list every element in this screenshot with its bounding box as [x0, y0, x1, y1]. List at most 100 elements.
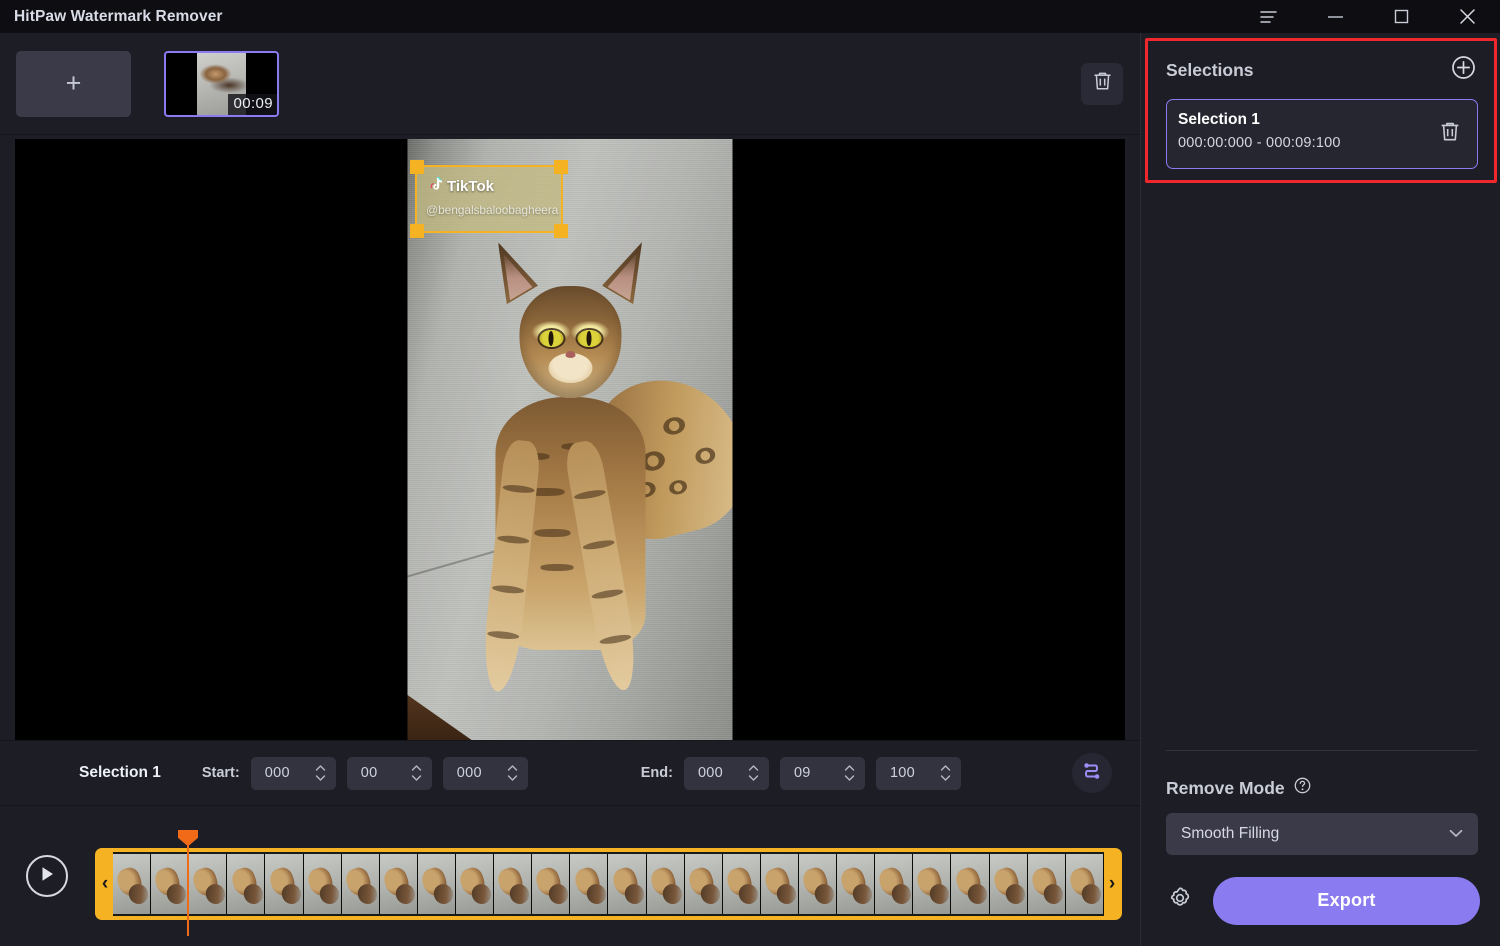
- video-preview[interactable]: TikTok @bengalsbaloobagheera: [15, 139, 1125, 740]
- selection-list-item[interactable]: Selection 1 000:00:000 - 000:09:100: [1166, 99, 1478, 169]
- start-field-1-value: 000: [265, 765, 290, 781]
- motion-track-button[interactable]: [1072, 753, 1112, 793]
- right-panel: Selections Selection 1 000:00:000 - 000:…: [1140, 33, 1500, 946]
- start-field-2[interactable]: 00: [347, 757, 432, 790]
- start-field-3-value: 000: [457, 765, 482, 781]
- delete-media-button[interactable]: [1081, 63, 1123, 105]
- timeline-frame: [799, 854, 837, 914]
- start-field-1-stepper[interactable]: [315, 765, 326, 782]
- resize-handle-top-left[interactable]: [410, 160, 424, 174]
- minimize-button[interactable]: [1302, 0, 1368, 33]
- editor-column: + 00:09: [0, 33, 1140, 946]
- selections-title: Selections: [1166, 60, 1254, 81]
- playhead-knob[interactable]: [178, 830, 198, 845]
- end-field-2-value: 09: [794, 765, 811, 781]
- maximize-icon: [1394, 9, 1409, 24]
- remove-mode-select[interactable]: Smooth Filling: [1166, 813, 1478, 855]
- start-field-1[interactable]: 000: [251, 757, 336, 790]
- window-controls: [1236, 0, 1500, 33]
- selection-item-title: Selection 1: [1178, 111, 1477, 129]
- add-media-button[interactable]: +: [16, 51, 131, 117]
- remove-mode-header: Remove Mode: [1166, 777, 1475, 799]
- timeline-selection-range[interactable]: ‹ ›: [95, 848, 1122, 920]
- export-button[interactable]: Export: [1213, 877, 1480, 925]
- end-field-2[interactable]: 09: [780, 757, 865, 790]
- chevron-down-icon: [1449, 825, 1463, 843]
- plus-circle-icon: [1451, 55, 1476, 85]
- timeline-frame: [723, 854, 761, 914]
- app-title: HitPaw Watermark Remover: [14, 8, 223, 26]
- timeline-frame: [1028, 854, 1066, 914]
- timeline-frame: [685, 854, 723, 914]
- play-icon: [39, 865, 55, 888]
- start-field-3-stepper[interactable]: [507, 765, 518, 782]
- settings-button[interactable]: [1166, 884, 1194, 917]
- timeline-frame: [913, 854, 951, 914]
- preview-wrapper: TikTok @bengalsbaloobagheera: [0, 135, 1140, 740]
- watermark-brand-label: TikTok: [447, 178, 494, 195]
- play-button[interactable]: [26, 855, 68, 897]
- end-field-3-value: 100: [890, 765, 915, 781]
- timeline-frame: [647, 854, 685, 914]
- add-selection-button[interactable]: [1451, 55, 1476, 85]
- timeline-frames[interactable]: [113, 852, 1104, 916]
- timeline-strip-area[interactable]: ‹ ›: [95, 830, 1122, 922]
- timeline-frame: [532, 854, 570, 914]
- watermark-handle: @bengalsbaloobagheera: [426, 203, 558, 217]
- remove-mode-title: Remove Mode: [1166, 778, 1285, 799]
- playhead[interactable]: [187, 830, 189, 936]
- selection-item-range: 000:00:000 - 000:09:100: [1178, 135, 1477, 151]
- timeline-frame: [990, 854, 1028, 914]
- close-button[interactable]: [1434, 0, 1500, 33]
- watermark-brand: TikTok: [429, 177, 494, 196]
- end-field-3[interactable]: 100: [876, 757, 961, 790]
- timeline-frame: [380, 854, 418, 914]
- end-field-1-stepper[interactable]: [748, 765, 759, 782]
- app-window: HitPaw Watermark Remover: [0, 0, 1500, 946]
- start-field-2-value: 00: [361, 765, 378, 781]
- maximize-button[interactable]: [1368, 0, 1434, 33]
- end-field-1[interactable]: 000: [684, 757, 769, 790]
- body-row: + 00:09: [0, 33, 1500, 946]
- resize-handle-top-right[interactable]: [554, 160, 568, 174]
- timeline-frame: [570, 854, 608, 914]
- watermark-selection-box[interactable]: TikTok @bengalsbaloobagheera: [415, 165, 563, 233]
- start-field-3[interactable]: 000: [443, 757, 528, 790]
- timeline-frame: [494, 854, 532, 914]
- timeline-frame: [761, 854, 799, 914]
- resize-handle-bottom-right[interactable]: [554, 224, 568, 238]
- timeline-frame: [608, 854, 646, 914]
- motion-track-icon: [1081, 761, 1103, 786]
- timeline-frame: [951, 854, 989, 914]
- timeline-frame: [456, 854, 494, 914]
- selections-header: Selections: [1166, 55, 1476, 85]
- resize-handle-bottom-left[interactable]: [410, 224, 424, 238]
- tiktok-note-icon: [429, 177, 442, 196]
- question-circle-icon[interactable]: [1294, 777, 1311, 799]
- selection-control-bar: Selection 1 Start: 000 00: [0, 740, 1140, 806]
- panel-footer: Export: [1141, 855, 1500, 946]
- timeline-frame: [837, 854, 875, 914]
- start-field-2-stepper[interactable]: [411, 765, 422, 782]
- delete-selection-button[interactable]: [1439, 120, 1461, 148]
- timeline-frame: [418, 854, 456, 914]
- trash-icon: [1092, 70, 1113, 97]
- timeline-handle-left[interactable]: ‹: [97, 848, 113, 920]
- timeline-frame: [875, 854, 913, 914]
- media-thumbnail[interactable]: 00:09: [164, 51, 279, 117]
- trash-icon: [1439, 130, 1461, 147]
- timeline: ‹ ›: [0, 806, 1140, 946]
- end-field-2-stepper[interactable]: [844, 765, 855, 782]
- end-field-3-stepper[interactable]: [940, 765, 951, 782]
- timeline-frame: [342, 854, 380, 914]
- remove-mode-value: Smooth Filling: [1181, 825, 1279, 843]
- timeline-handle-right[interactable]: ›: [1104, 848, 1120, 920]
- cat-eye-left: [539, 330, 563, 347]
- control-selection-label: Selection 1: [79, 764, 161, 782]
- cat-eye-right: [577, 330, 601, 347]
- menu-button[interactable]: [1236, 0, 1302, 33]
- timeline-frame: [1066, 854, 1104, 914]
- timeline-frame: [265, 854, 303, 914]
- gear-icon: [1166, 884, 1194, 917]
- media-bar: + 00:09: [0, 33, 1140, 135]
